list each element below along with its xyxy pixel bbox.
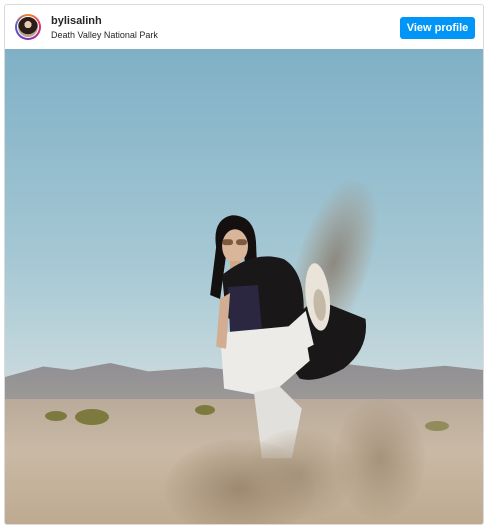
post-header: bylisalinh Death Valley National Park Vi… [5,5,483,49]
avatar[interactable] [17,16,39,38]
avatar-story-ring[interactable] [15,14,41,40]
photo-dust-cloud [245,429,355,519]
view-profile-button[interactable]: View profile [400,17,475,39]
account-info: bylisalinh Death Valley National Park [51,15,158,41]
username-link[interactable]: bylisalinh [51,15,158,28]
instagram-embed-card: bylisalinh Death Valley National Park Vi… [4,4,484,525]
post-photo[interactable] [5,49,483,524]
location-link[interactable]: Death Valley National Park [51,29,158,41]
